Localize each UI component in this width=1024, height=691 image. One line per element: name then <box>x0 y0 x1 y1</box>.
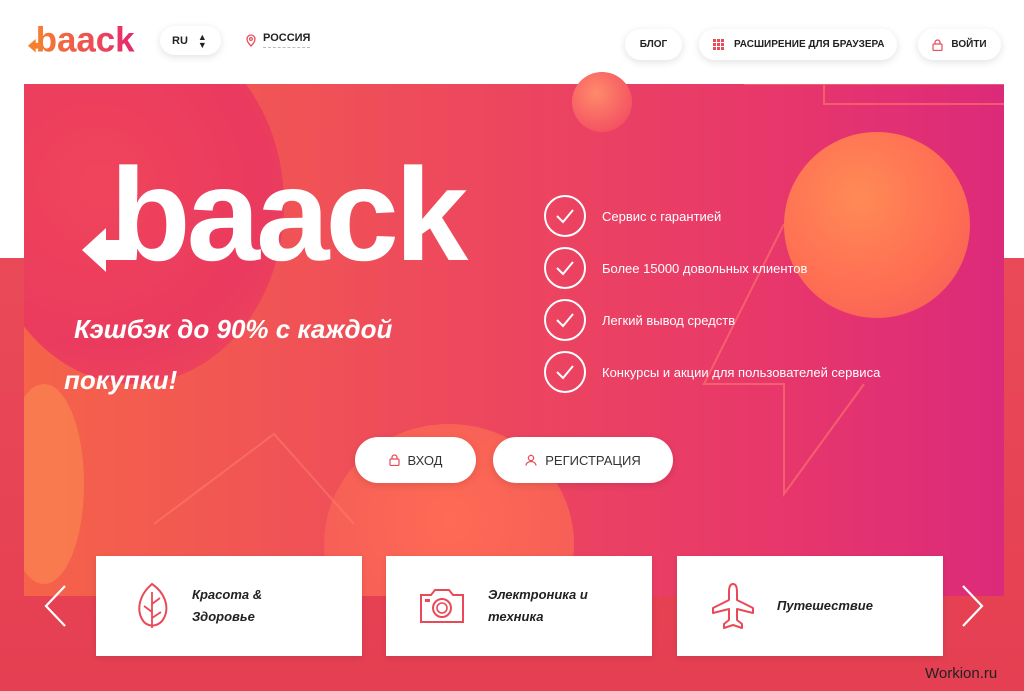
category-label: Путешествие <box>777 598 873 613</box>
category-label: Красота & Здоровье <box>192 587 263 624</box>
feature-item: Более 15000 довольных клиентов <box>544 242 880 294</box>
login-button[interactable]: ВОЙТИ <box>918 29 1001 60</box>
hero-logo: baack <box>82 142 473 274</box>
hero-login-label: ВХОД <box>407 452 443 468</box>
hero-login-button[interactable]: ВХОД <box>355 437 476 483</box>
register-label: РЕГИСТРАЦИЯ <box>545 452 641 468</box>
brand-logo[interactable]: baack <box>26 16 152 60</box>
register-button[interactable]: РЕГИСТРАЦИЯ <box>493 437 673 483</box>
lock-icon <box>388 454 400 466</box>
sort-arrows-icon: ▲ ▼ <box>197 31 207 50</box>
blog-label: БЛОГ <box>639 39 668 50</box>
lock-icon <box>932 38 943 51</box>
checkmark-icon <box>544 195 586 237</box>
location-pin-icon <box>246 33 256 47</box>
checkmark-icon <box>544 247 586 289</box>
feature-list: Сервис с гарантией Более 15000 довольных… <box>544 190 880 398</box>
checkmark-icon <box>544 299 586 341</box>
feature-text: Легкий вывод средств <box>602 312 736 328</box>
feature-item: Сервис с гарантией <box>544 190 880 242</box>
category-card-travel[interactable]: Путешествие <box>677 556 943 656</box>
header: baack RU ▲ ▼ РОССИЯ БЛОГ РАСШИРЕНИЕ ДЛЯ Б… <box>0 0 1024 84</box>
watermark: Workion.ru <box>925 665 998 682</box>
language-selector[interactable]: RU ▲ ▼ <box>160 26 221 55</box>
grid-icon <box>713 39 724 50</box>
category-label: Электроника и техника <box>488 587 588 624</box>
feature-item: Легкий вывод средств <box>544 294 880 346</box>
login-label: ВОЙТИ <box>951 39 987 50</box>
decorative-circle <box>572 72 632 132</box>
user-icon <box>525 454 537 466</box>
leaf-icon <box>134 582 170 630</box>
language-label: RU <box>172 34 188 47</box>
chevron-right-icon <box>962 585 984 627</box>
category-card-beauty[interactable]: Красота & Здоровье <box>96 556 362 656</box>
feature-text: Конкурсы и акции для пользователей серви… <box>602 364 881 380</box>
region-label: РОССИЯ <box>263 32 311 48</box>
region-selector[interactable]: РОССИЯ <box>246 32 311 48</box>
feature-item: Конкурсы и акции для пользователей серви… <box>544 346 880 398</box>
carousel-prev-button[interactable] <box>40 583 70 629</box>
browser-extension-label: РАСШИРЕНИЕ ДЛЯ БРАУЗЕРА <box>734 39 885 50</box>
checkmark-icon <box>544 351 586 393</box>
feature-text: Сервис с гарантией <box>602 208 722 224</box>
slogan-line-2: покупки! <box>64 365 178 395</box>
camera-icon <box>418 587 466 625</box>
feature-text: Более 15000 довольных клиентов <box>602 260 808 276</box>
blog-button[interactable]: БЛОГ <box>625 29 682 60</box>
hero-slogan: Кэшбэк до 90% с каждой покупки! <box>64 304 484 406</box>
category-card-electronics[interactable]: Электроника и техника <box>386 556 652 656</box>
slogan-line-1: Кэшбэк до 90% с каждой <box>74 314 393 344</box>
chevron-left-icon <box>44 585 66 627</box>
airplane-icon <box>711 582 755 630</box>
svg-text:baack: baack <box>110 142 469 274</box>
hero-banner: baack Кэшбэк до 90% с каждой покупки! Се… <box>24 84 1004 596</box>
carousel-next-button[interactable] <box>958 583 988 629</box>
browser-extension-button[interactable]: РАСШИРЕНИЕ ДЛЯ БРАУЗЕРА <box>699 29 897 60</box>
svg-text:baack: baack <box>36 21 135 60</box>
